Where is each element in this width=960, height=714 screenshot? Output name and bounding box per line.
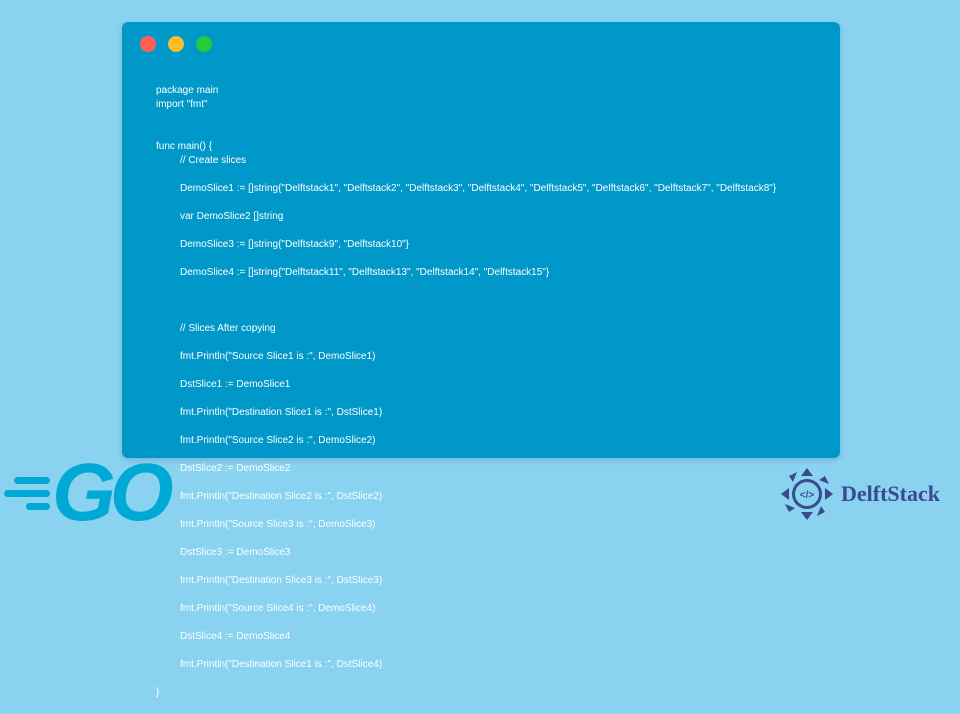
code-line: var DemoSlice2 []string xyxy=(156,210,824,224)
minimize-icon xyxy=(168,36,184,52)
delftstack-logo-text: DelftStack xyxy=(841,481,940,507)
code-line: DemoSlice1 := []string{"Delftstack1", "D… xyxy=(156,182,824,196)
delftstack-logo: </> DelftStack xyxy=(779,466,940,522)
code-line: } xyxy=(156,687,159,698)
code-line: fmt.Println("Source Slice1 is :", DemoSl… xyxy=(156,350,824,364)
code-line: DstSlice4 := DemoSlice4 xyxy=(156,630,824,644)
code-window: package main import "fmt" func main() { … xyxy=(122,22,840,458)
code-line: func main() { xyxy=(156,141,212,152)
code-line: fmt.Println("Destination Slice1 is :", D… xyxy=(156,658,824,672)
code-line: DemoSlice4 := []string{"Delftstack11", "… xyxy=(156,266,824,280)
traffic-lights xyxy=(140,36,212,52)
code-line: fmt.Println("Source Slice3 is :", DemoSl… xyxy=(156,518,824,532)
code-line: package main xyxy=(156,85,218,96)
svg-text:</>: </> xyxy=(800,490,815,501)
close-icon xyxy=(140,36,156,52)
code-line: fmt.Println("Source Slice4 is :", DemoSl… xyxy=(156,602,824,616)
go-logo: GO xyxy=(4,460,168,526)
code-line: fmt.Println("Destination Slice3 is :", D… xyxy=(156,574,824,588)
code-line: DstSlice1 := DemoSlice1 xyxy=(156,378,824,392)
code-line: fmt.Println("Destination Slice1 is :", D… xyxy=(156,406,824,420)
code-block: package main import "fmt" func main() { … xyxy=(156,70,824,714)
maximize-icon xyxy=(196,36,212,52)
code-line: DstSlice3 := DemoSlice3 xyxy=(156,546,824,560)
code-line: DstSlice2 := DemoSlice2 xyxy=(156,462,824,476)
code-line: import "fmt" xyxy=(156,99,208,110)
code-line: // Slices After copying xyxy=(156,322,824,336)
delftstack-badge-icon: </> xyxy=(779,466,835,522)
code-line: fmt.Println("Source Slice2 is :", DemoSl… xyxy=(156,434,824,448)
code-line: fmt.Println("Destination Slice2 is :", D… xyxy=(156,490,824,504)
code-line: DemoSlice3 := []string{"Delftstack9", "D… xyxy=(156,238,824,252)
go-speed-lines-icon xyxy=(4,477,50,510)
go-logo-text: GO xyxy=(52,460,168,526)
code-line: // Create slices xyxy=(156,154,824,168)
